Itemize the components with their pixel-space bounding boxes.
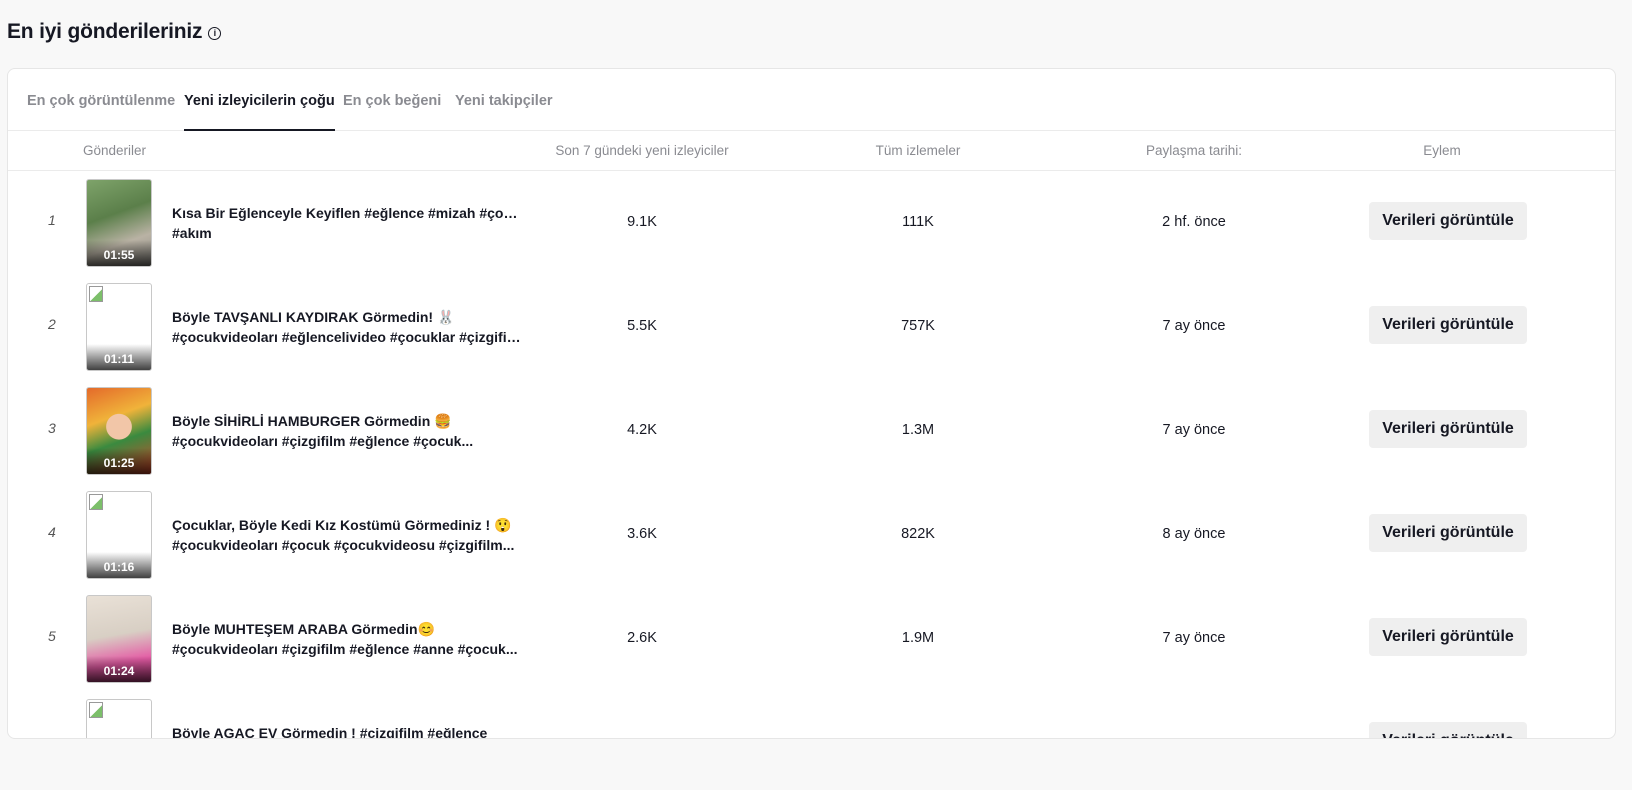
broken-image-icon — [89, 286, 103, 302]
tab-most-likes[interactable]: En çok beğeni — [343, 93, 441, 131]
column-header-total-views: Tüm izlemeler — [875, 143, 961, 158]
video-duration: 01:25 — [87, 448, 151, 474]
share-date-value: 8 ay önce — [1162, 526, 1226, 542]
view-data-button[interactable]: Verileri görüntüle — [1369, 306, 1527, 344]
new-viewers-value: 4.2K — [627, 422, 657, 438]
broken-image-icon — [89, 494, 103, 510]
view-data-button[interactable]: Verileri görüntüle — [1369, 410, 1527, 448]
table-header: Gönderiler Son 7 gündeki yeni izleyicile… — [8, 131, 1615, 171]
post-description[interactable]: Böyle MUHTEŞEM ARABA Görmedin😊 #çocukvid… — [172, 619, 522, 659]
post-description-line2: #çocukvideoları #çizgifilm #eğlence #çoc… — [172, 433, 474, 449]
video-thumbnail[interactable]: 01:55 — [86, 179, 152, 267]
post-description-line2: #akım — [172, 225, 212, 241]
total-views-value: 1.9M — [901, 630, 935, 646]
new-viewers-value: 9.1K — [627, 214, 657, 230]
post-description-line1: Böyle MUHTEŞEM ARABA Görmedin😊 — [172, 621, 435, 637]
table-row: 5 01:24 Böyle MUHTEŞEM ARABA Görmedin😊 #… — [8, 588, 1615, 692]
video-thumbnail[interactable]: 01:25 — [86, 387, 152, 475]
tab-new-followers[interactable]: Yeni takipçiler — [455, 93, 553, 131]
video-duration: 01:11 — [87, 344, 151, 370]
column-header-share-date: Paylaşma tarihi: — [1145, 143, 1243, 158]
row-rank: 5 — [48, 628, 56, 644]
section-header: En iyi gönderileriniz i — [7, 20, 222, 44]
video-duration: 01:16 — [87, 552, 151, 578]
share-date-value: 7 ay önce — [1162, 318, 1226, 334]
table-row: 4 01:16 Çocuklar, Böyle Kedi Kız Kostümü… — [8, 484, 1615, 588]
row-rank: 4 — [48, 524, 56, 540]
post-description[interactable]: Böyle SİHİRLİ HAMBURGER Görmedin 🍔 #çocu… — [172, 411, 522, 451]
total-views-value: 1.3M — [901, 422, 935, 438]
share-date-value: 7 ay önce — [1162, 630, 1226, 646]
new-viewers-value: 2.6K — [627, 630, 657, 646]
video-duration: 01:24 — [87, 656, 151, 682]
post-description-line1: Kısa Bir Eğlenceyle Keyiflen #eğlence #m… — [172, 205, 522, 221]
column-header-new-viewers: Son 7 gündeki yeni izleyiciler — [555, 143, 729, 158]
new-viewers-value: 3.6K — [627, 526, 657, 542]
column-header-posts: Gönderiler — [83, 143, 147, 158]
total-views-value: 757K — [901, 318, 935, 334]
post-description[interactable]: Kısa Bir Eğlenceyle Keyiflen #eğlence #m… — [172, 203, 522, 243]
post-description[interactable]: Çocuklar, Böyle Kedi Kız Kostümü Görmedi… — [172, 515, 522, 555]
view-data-button[interactable]: Verileri görüntüle — [1369, 514, 1527, 552]
video-thumbnail[interactable] — [86, 699, 152, 738]
new-viewers-value: 5.5K — [627, 318, 657, 334]
top-posts-card: En çok görüntülenme Yeni izleyicilerin ç… — [7, 68, 1616, 739]
post-description[interactable]: Böyle TAVŞANLI KAYDIRAK Görmedin! 🐰 #çoc… — [172, 307, 522, 347]
post-description-line1: Böyle TAVŞANLI KAYDIRAK Görmedin! 🐰 — [172, 309, 455, 325]
table-row: 3 01:25 Böyle SİHİRLİ HAMBURGER Görmedin… — [8, 380, 1615, 484]
share-date-value: 2 hf. önce — [1162, 214, 1226, 230]
row-rank: 2 — [48, 316, 56, 332]
post-description-line1: Böyle AGAC EV Görmedin ! #cizgifilm #eğl… — [172, 725, 488, 739]
table-row: 2 01:11 Böyle TAVŞANLI KAYDIRAK Görmedin… — [8, 276, 1615, 380]
video-thumbnail[interactable]: 01:16 — [86, 491, 152, 579]
post-description-line1: Böyle SİHİRLİ HAMBURGER Görmedin 🍔 — [172, 413, 452, 429]
video-thumbnail[interactable]: 01:24 — [86, 595, 152, 683]
page-title: En iyi gönderileriniz — [7, 20, 203, 43]
view-data-button[interactable]: Verileri görüntüle — [1369, 722, 1527, 738]
video-duration: 01:55 — [87, 240, 151, 266]
row-rank: 3 — [48, 420, 56, 436]
total-views-value: 111K — [902, 214, 934, 230]
broken-image-icon — [89, 702, 103, 718]
view-data-button[interactable]: Verileri görüntüle — [1369, 618, 1527, 656]
share-date-value: 7 ay önce — [1162, 422, 1226, 438]
post-description-line1: Çocuklar, Böyle Kedi Kız Kostümü Görmedi… — [172, 517, 512, 533]
column-header-action: Eylem — [1423, 143, 1461, 158]
post-description-line2: #çocukvideoları #çocuk #çocukvideosu #çi… — [172, 537, 515, 553]
table-row: Böyle AGAC EV Görmedin ! #cizgifilm #eğl… — [8, 692, 1615, 739]
row-rank: 1 — [48, 212, 56, 228]
video-thumbnail[interactable]: 01:11 — [86, 283, 152, 371]
table-body: 1 01:55 Kısa Bir Eğlenceyle Keyiflen #eğ… — [8, 172, 1615, 739]
post-description[interactable]: Böyle AGAC EV Görmedin ! #cizgifilm #eğl… — [172, 723, 522, 739]
post-description-line2: #çocukvideoları #eğlencelivideo #çocukla… — [172, 329, 522, 345]
post-description-line2: #çocukvideoları #çizgifilm #eğlence #ann… — [172, 641, 518, 657]
tab-most-new-viewers[interactable]: Yeni izleyicilerin çoğu — [184, 93, 335, 131]
view-data-button[interactable]: Verileri görüntüle — [1369, 202, 1527, 240]
total-views-value: 822K — [901, 526, 935, 542]
tab-bar: En çok görüntülenme Yeni izleyicilerin ç… — [8, 69, 1615, 131]
table-row: 1 01:55 Kısa Bir Eğlenceyle Keyiflen #eğ… — [8, 172, 1615, 276]
tab-most-views[interactable]: En çok görüntülenme — [27, 93, 175, 131]
info-icon[interactable]: i — [208, 26, 222, 40]
